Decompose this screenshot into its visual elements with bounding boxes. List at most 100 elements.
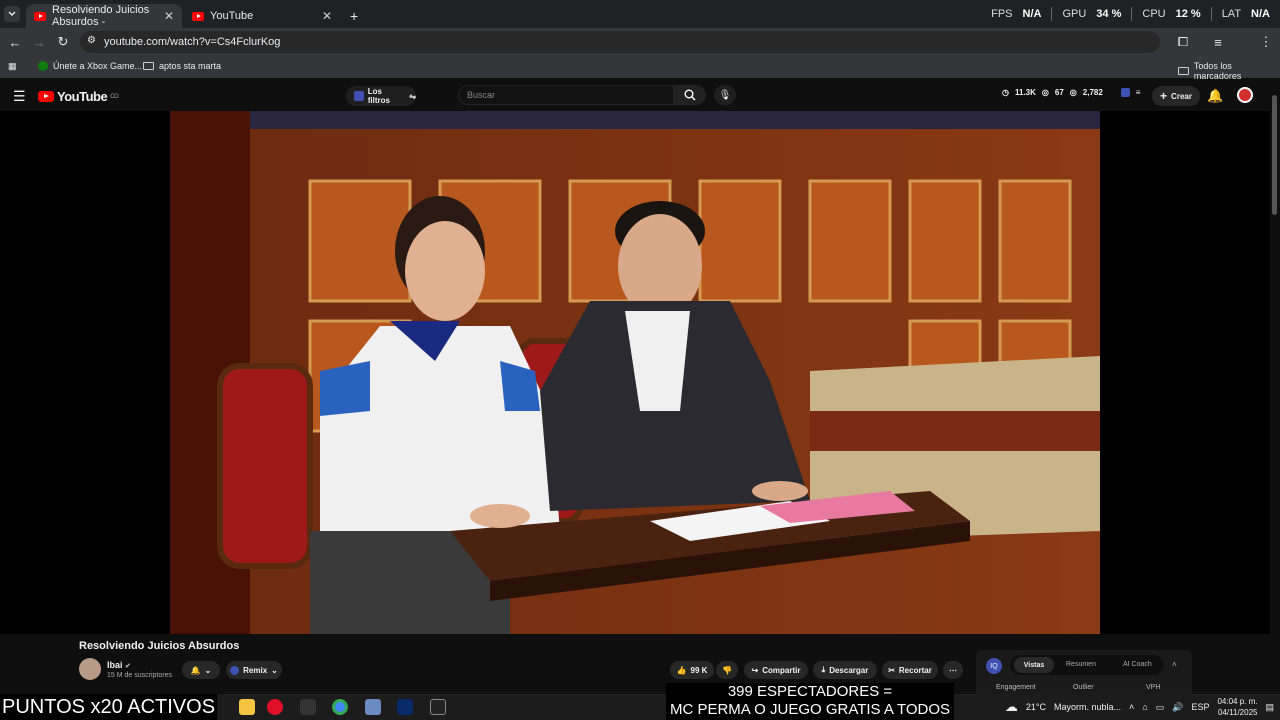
- search-button[interactable]: [674, 85, 706, 105]
- apps-grid-icon[interactable]: ▦: [8, 61, 17, 72]
- bookmark-label: aptos sta marta: [159, 61, 222, 71]
- epic-games-icon[interactable]: [430, 699, 446, 715]
- network-icon[interactable]: ⌂: [1142, 702, 1147, 712]
- stat-icon: ◎: [1041, 88, 1049, 97]
- notifications-icon[interactable]: 🔔: [1207, 88, 1223, 104]
- youtube-favicon-icon: [192, 11, 204, 21]
- vscode-icon[interactable]: [397, 699, 413, 715]
- stream-overlay-viewers: 399 ESPECTADORES = MC PERMA O JUEGO GRAT…: [666, 683, 954, 720]
- app-icon-2[interactable]: [365, 699, 381, 715]
- extension-icon[interactable]: [1120, 88, 1130, 97]
- channel-name-text: Ibai: [107, 660, 123, 670]
- performance-overlay: FPS N/A GPU 34 % CPU 12 % LAT N/A: [991, 0, 1270, 28]
- analytics-extension-panel: IQ Vistas Resumen AI Coach ˄ Engagement …: [976, 650, 1192, 698]
- all-bookmarks-label: Todos los marcadores: [1193, 61, 1242, 81]
- new-tab-button[interactable]: +: [342, 4, 362, 28]
- back-icon[interactable]: ←: [7, 34, 23, 50]
- create-label: Crear: [1171, 91, 1192, 101]
- language-indicator[interactable]: ESP: [1191, 702, 1209, 712]
- bookmark-xbox[interactable]: Únete a Xbox Game...: [38, 61, 142, 71]
- fps-value: N/A: [1022, 8, 1042, 20]
- more-icon: ⋯: [949, 665, 957, 675]
- media-icon[interactable]: ≡: [1210, 34, 1226, 50]
- forward-icon[interactable]: →: [31, 34, 47, 50]
- microphone-icon[interactable]: 🎙: [714, 85, 736, 105]
- country-code: CO: [110, 93, 119, 100]
- bookmark-folder[interactable]: aptos sta marta: [143, 61, 221, 71]
- weather-temp[interactable]: 21°C: [1026, 702, 1046, 712]
- tab-search-icon[interactable]: [4, 6, 20, 22]
- menu-icon[interactable]: ⋮: [1258, 34, 1274, 50]
- clock[interactable]: 04:04 p. m. 04/11/2025: [1217, 696, 1257, 718]
- xbox-icon: [38, 61, 48, 71]
- remix-button[interactable]: Remix ⌄: [226, 661, 282, 679]
- like-button[interactable]: 👍 99 K: [670, 661, 714, 679]
- weather-text[interactable]: Mayorm. nubla...: [1054, 702, 1121, 712]
- remix-icon: [230, 665, 240, 675]
- opera-icon[interactable]: [267, 699, 283, 715]
- tab-title: Resolviendo Juicios Absurdos -: [52, 4, 150, 28]
- bookmark-label: Únete a Xbox Game...: [53, 61, 143, 71]
- weather-cloud-icon[interactable]: ☁: [1005, 699, 1018, 715]
- chrome-icon[interactable]: [332, 699, 348, 715]
- remix-label: Remix: [243, 665, 268, 675]
- url-text: youtube.com/watch?v=Cs4FclurKog: [104, 36, 281, 48]
- search-icon: [684, 89, 696, 101]
- verified-icon: ✔: [125, 663, 131, 670]
- download-label: Descargar: [829, 665, 869, 675]
- tab-youtube[interactable]: YouTube ✕: [184, 4, 340, 28]
- col-engagement: Engagement: [996, 684, 1036, 691]
- channel-stats: ◷11.3K ◎67 ◎2,782 ≡ ♛: [1002, 88, 1162, 97]
- all-bookmarks[interactable]: Todos los marcadores: [1178, 61, 1280, 81]
- sliders-icon: ⇋: [409, 91, 416, 101]
- channel-avatar[interactable]: [79, 658, 101, 680]
- volume-icon[interactable]: 🔊: [1172, 702, 1183, 713]
- download-button[interactable]: ⤓ Descargar: [813, 661, 877, 679]
- folder-icon: [1178, 67, 1189, 75]
- chevron-up-icon[interactable]: ˄: [1129, 702, 1134, 712]
- views-count: 11.3K: [1014, 88, 1036, 97]
- plus-icon: +: [1160, 89, 1168, 103]
- filters-label: Los filtros: [367, 87, 390, 105]
- tab-resumen[interactable]: Resumen: [1066, 661, 1096, 668]
- notification-center-icon[interactable]: ▤: [1265, 702, 1274, 713]
- stat-c: 2,782: [1082, 88, 1103, 97]
- views-icon: ◷: [1002, 88, 1009, 97]
- app-icon[interactable]: [300, 699, 316, 715]
- bookmarks-bar: ▦ Únete a Xbox Game... aptos sta marta T…: [0, 56, 1280, 81]
- avatar[interactable]: [1237, 87, 1253, 103]
- file-explorer-icon[interactable]: [239, 699, 255, 715]
- tab-active[interactable]: Resolviendo Juicios Absurdos - ✕: [26, 4, 182, 28]
- like-count: 99 K: [690, 665, 708, 675]
- share-button[interactable]: ↪ Compartir: [744, 661, 808, 679]
- notifications-bell-button[interactable]: 🔔 ⌄: [182, 661, 220, 679]
- stat-b: 67: [1054, 88, 1064, 97]
- filters-button[interactable]: Los filtros ⇋: [346, 86, 416, 106]
- dislike-button[interactable]: 👎: [716, 661, 738, 679]
- lat-value: N/A: [1251, 8, 1270, 20]
- scrollbar[interactable]: [1272, 95, 1277, 215]
- stream-overlay-points: PUNTOS x20 ACTIVOS: [0, 694, 218, 720]
- close-icon[interactable]: ✕: [164, 9, 174, 23]
- gpu-value: 34 %: [1096, 8, 1122, 20]
- address-bar[interactable]: ⚙ youtube.com/watch?v=Cs4FclurKog: [80, 31, 1160, 53]
- video-player[interactable]: [170, 111, 1100, 634]
- create-button[interactable]: + Crear: [1152, 86, 1200, 106]
- channel-name[interactable]: Ibai ✔: [107, 660, 131, 670]
- search-input[interactable]: Buscar: [458, 85, 674, 105]
- collapse-icon[interactable]: ˄: [1172, 660, 1177, 669]
- display-icon[interactable]: ▭: [1156, 702, 1165, 713]
- reload-icon[interactable]: ↻: [55, 34, 71, 50]
- thumbs-up-icon: 👍: [676, 665, 687, 675]
- more-actions-button[interactable]: ⋯: [943, 661, 963, 679]
- hamburger-menu-icon[interactable]: ☰: [13, 88, 26, 105]
- list-icon[interactable]: ≡: [1136, 88, 1141, 97]
- youtube-logo[interactable]: YouTube CO: [38, 89, 119, 104]
- extensions-icon[interactable]: ⧠: [1175, 34, 1191, 50]
- tab-ai-coach[interactable]: AI Coach: [1123, 661, 1152, 668]
- clip-button[interactable]: ✂ Recortar: [882, 661, 938, 679]
- site-info-icon[interactable]: ⚙: [87, 35, 96, 46]
- tab-vistas[interactable]: Vistas: [1014, 657, 1054, 673]
- close-icon[interactable]: ✕: [322, 9, 332, 23]
- overlay-line-1: 399 ESPECTADORES =: [727, 683, 893, 700]
